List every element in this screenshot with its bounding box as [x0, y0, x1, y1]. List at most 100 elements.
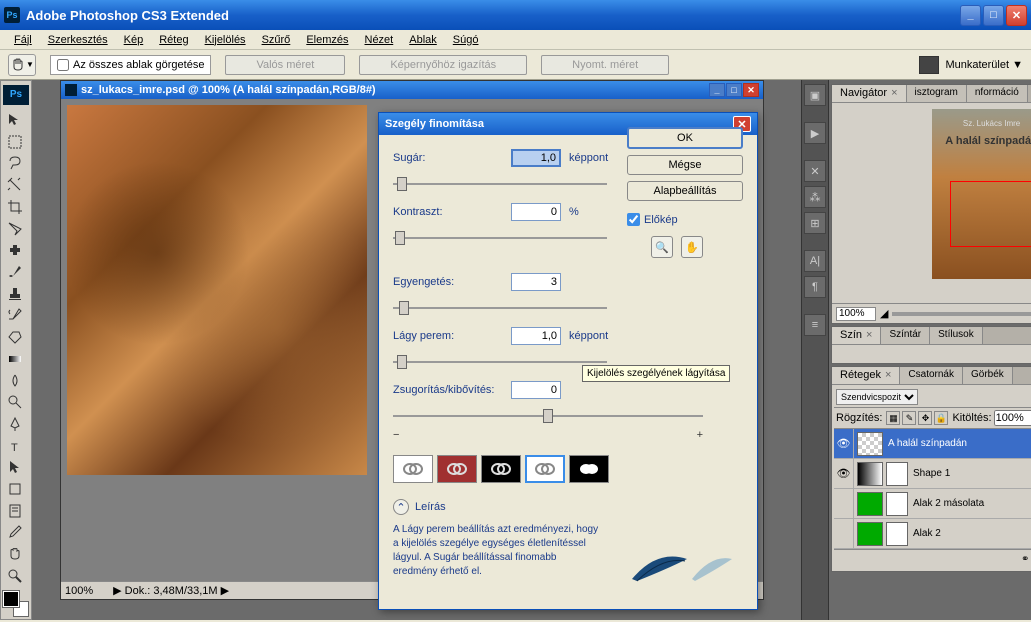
contrast-input[interactable] [511, 203, 561, 221]
dock-layers-icon[interactable]: ≡ [804, 314, 826, 336]
link-layers-icon[interactable]: ⚭ [1017, 553, 1031, 567]
layer-visibility-icon[interactable] [834, 519, 854, 548]
layer-name[interactable]: Alak 2 másolata [911, 498, 1031, 509]
zoom-level[interactable]: 100% [65, 585, 93, 597]
hand-tool-button[interactable]: ✋ [681, 236, 703, 258]
default-button[interactable]: Alapbeállítás [627, 181, 743, 201]
canvas[interactable] [67, 105, 367, 475]
menu-filter[interactable]: Szűrő [256, 32, 297, 48]
notes-tool[interactable] [3, 500, 27, 521]
ok-button[interactable]: OK [627, 127, 743, 149]
dock-brush-icon[interactable]: ⁂ [804, 186, 826, 208]
dock-expand-icon[interactable]: ▣ [804, 84, 826, 106]
radius-input[interactable] [511, 149, 561, 167]
smooth-slider[interactable] [393, 299, 607, 317]
layer-name[interactable]: Alak 2 [911, 528, 1031, 539]
radius-slider[interactable] [393, 175, 607, 193]
layer-visibility-icon[interactable] [834, 489, 854, 518]
zoom-out-icon[interactable]: ◢ [880, 307, 888, 320]
menu-edit[interactable]: Szerkesztés [42, 32, 114, 48]
lock-transparency-icon[interactable]: ▦ [886, 411, 900, 425]
workspace-dropdown[interactable]: Munkaterület ▼ [945, 59, 1023, 71]
wand-tool[interactable] [3, 175, 27, 196]
heal-tool[interactable] [3, 240, 27, 261]
layer-row[interactable]: Alak 2 másolatafx [834, 489, 1031, 519]
print-size-button[interactable]: Nyomt. méret [541, 55, 669, 75]
layer-thumbnail[interactable] [857, 492, 883, 516]
close-button[interactable]: ✕ [1006, 5, 1027, 26]
tab-channels[interactable]: Csatornák [900, 367, 963, 384]
description-toggle[interactable]: ⌃ Leírás [393, 499, 743, 515]
path-select-tool[interactable] [3, 457, 27, 478]
feather-slider[interactable] [393, 353, 607, 371]
preview-mode-black[interactable] [481, 455, 521, 483]
layer-row[interactable]: Alak 2 [834, 519, 1031, 549]
minimize-button[interactable]: _ [960, 5, 981, 26]
brush-tool[interactable] [3, 262, 27, 283]
crop-tool[interactable] [3, 197, 27, 218]
layer-mask-thumbnail[interactable] [886, 492, 908, 516]
layer-mask-thumbnail[interactable] [886, 522, 908, 546]
layer-name[interactable]: A halál színpadán [886, 438, 1031, 449]
menu-image[interactable]: Kép [118, 32, 150, 48]
fill-input[interactable] [994, 410, 1031, 426]
maximize-button[interactable]: □ [983, 5, 1004, 26]
color-swatches[interactable] [3, 591, 29, 617]
preview-mode-mask[interactable] [569, 455, 609, 483]
navigator-zoom-slider[interactable] [892, 312, 1031, 316]
menu-select[interactable]: Kijelölés [199, 32, 252, 48]
tab-paths[interactable]: Görbék [963, 367, 1013, 384]
layer-row[interactable]: 👁Shape 1 [834, 459, 1031, 489]
menu-window[interactable]: Ablak [403, 32, 443, 48]
pen-tool[interactable] [3, 414, 27, 435]
eraser-tool[interactable] [3, 327, 27, 348]
tab-styles[interactable]: Stílusok [930, 327, 983, 344]
expand-slider[interactable] [393, 407, 703, 425]
shape-tool[interactable] [3, 479, 27, 500]
history-brush-tool[interactable] [3, 305, 27, 326]
smooth-input[interactable] [511, 273, 561, 291]
layer-thumbnail[interactable] [857, 432, 883, 456]
doc-maximize-button[interactable]: □ [726, 83, 742, 97]
menu-view[interactable]: Nézet [359, 32, 400, 48]
cancel-button[interactable]: Mégse [627, 155, 743, 175]
tab-navigator[interactable]: Navigátor× [832, 85, 907, 102]
layer-visibility-icon[interactable]: 👁 [834, 429, 854, 458]
scroll-all-windows-checkbox[interactable]: Az összes ablak görgetése [50, 55, 211, 75]
menu-help[interactable]: Súgó [447, 32, 485, 48]
dock-clone-icon[interactable]: ⊞ [804, 212, 826, 234]
zoom-tool[interactable] [3, 565, 27, 586]
layer-thumbnail[interactable] [857, 522, 883, 546]
slice-tool[interactable] [3, 218, 27, 239]
tab-color[interactable]: Szín× [832, 327, 881, 344]
eyedropper-tool[interactable] [3, 522, 27, 543]
dodge-tool[interactable] [3, 392, 27, 413]
layer-name[interactable]: Shape 1 [911, 468, 1031, 479]
menu-file[interactable]: Fájl [8, 32, 38, 48]
tab-swatches[interactable]: Színtár [881, 327, 930, 344]
blur-tool[interactable] [3, 370, 27, 391]
hand-tool-indicator[interactable]: ▼ [8, 54, 36, 76]
tab-histogram[interactable]: isztogram [907, 85, 967, 102]
preview-checkbox[interactable]: Előkép [627, 213, 743, 226]
contrast-slider[interactable] [393, 229, 607, 247]
preview-mode-white[interactable] [525, 455, 565, 483]
layer-mask-thumbnail[interactable] [886, 462, 908, 486]
navigator-zoom-input[interactable] [836, 307, 876, 321]
bridge-icon[interactable] [919, 56, 939, 74]
move-tool[interactable] [3, 110, 27, 131]
gradient-tool[interactable] [3, 348, 27, 369]
tab-layers[interactable]: Rétegek× [832, 367, 900, 384]
zoom-tool-button[interactable]: 🔍 [651, 236, 673, 258]
layer-thumbnail[interactable] [857, 462, 883, 486]
actual-pixels-button[interactable]: Valós méret [225, 55, 345, 75]
lasso-tool[interactable] [3, 153, 27, 174]
preview-mode-standard[interactable] [393, 455, 433, 483]
preview-mode-quickmask[interactable] [437, 455, 477, 483]
type-tool[interactable]: T [3, 435, 27, 456]
dock-play-icon[interactable]: ▶ [804, 122, 826, 144]
doc-close-button[interactable]: ✕ [743, 83, 759, 97]
dock-tools-icon[interactable]: ✕ [804, 160, 826, 182]
fit-screen-button[interactable]: Képernyőhöz igazítás [359, 55, 527, 75]
expand-input[interactable] [511, 381, 561, 399]
